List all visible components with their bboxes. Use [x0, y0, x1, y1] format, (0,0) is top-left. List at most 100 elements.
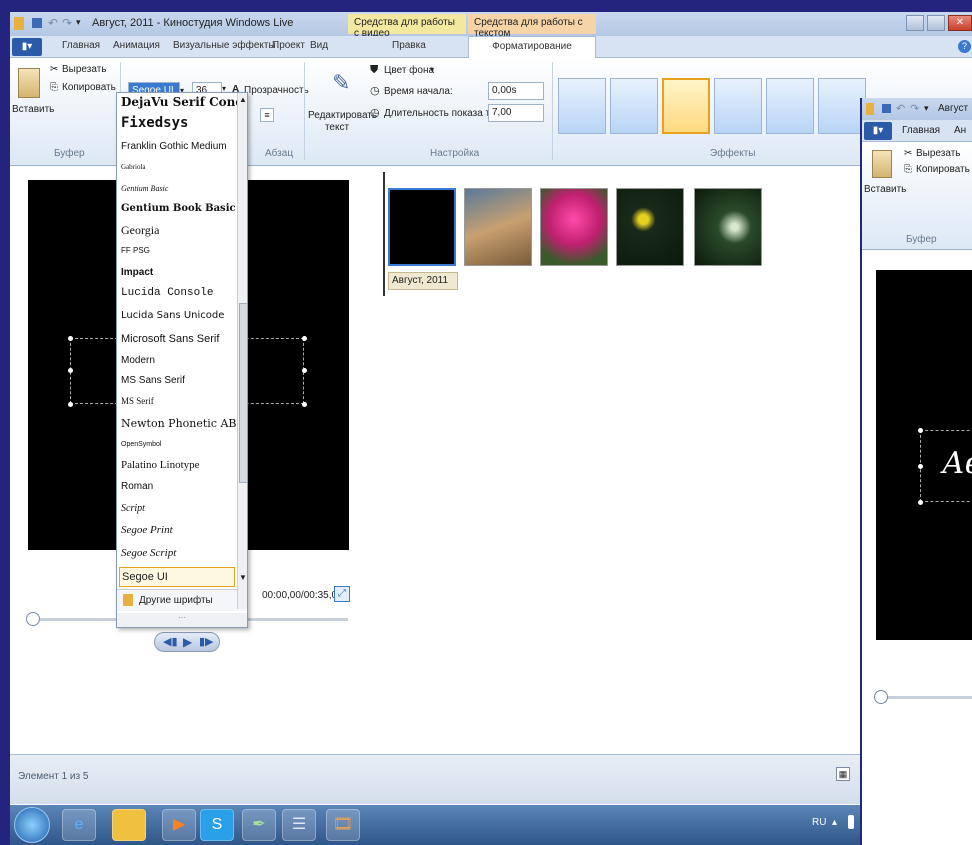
play-icon[interactable]: ▶	[183, 635, 192, 649]
more-fonts-link[interactable]: Другие шрифты	[139, 595, 213, 606]
storyboard-clip-photo[interactable]	[616, 188, 684, 266]
resize-handle[interactable]	[302, 368, 307, 373]
seek-slider-thumb[interactable]	[874, 690, 888, 704]
edit-text-icon[interactable]: ✎	[332, 70, 350, 96]
cut-icon[interactable]: ✂	[904, 148, 912, 159]
skype-icon[interactable]: S	[200, 809, 234, 841]
bg-color-dropdown-icon[interactable]: ▾	[430, 65, 434, 74]
app-icon-pen[interactable]: ✒	[242, 809, 276, 841]
effect-thumbnail[interactable]	[714, 78, 762, 134]
font-option[interactable]: Gabriola	[121, 163, 231, 171]
storyboard-clip-photo[interactable]	[540, 188, 608, 266]
transparency-button[interactable]: Прозрачность	[244, 85, 309, 96]
cut-button[interactable]: Вырезать	[916, 148, 960, 159]
tab-view[interactable]: Вид	[310, 40, 328, 51]
movie-maker-taskbar-icon[interactable]: 🎞	[326, 809, 360, 841]
redo-icon[interactable]: ↷	[910, 102, 919, 115]
second-window[interactable]: ↶ ↷ ▾ Август ▮▾ Главная Ан Вставить ✂ Вы…	[860, 98, 972, 845]
help-icon[interactable]: ?	[958, 40, 971, 53]
save-icon[interactable]	[32, 18, 42, 28]
language-indicator[interactable]: RU	[812, 817, 826, 828]
scrollbar-thumb[interactable]	[239, 303, 247, 483]
paste-button[interactable]: Вставить	[12, 104, 54, 115]
cut-button[interactable]: Вырезать	[62, 64, 106, 75]
close-button[interactable]: ✕	[948, 15, 972, 31]
font-option[interactable]: Gentium Basic	[121, 184, 231, 193]
edit-text-button[interactable]: Редактировать текст	[308, 110, 377, 134]
save-icon[interactable]	[882, 104, 891, 113]
font-option[interactable]: DejaVu Serif Condensed	[121, 95, 247, 109]
font-option-selected[interactable]: Segoe UI	[119, 567, 235, 587]
duration-combo[interactable]: 7,00	[488, 104, 544, 122]
text-caption-bar[interactable]: Август, 2011	[388, 272, 458, 290]
scroll-up-icon[interactable]: ▲	[239, 95, 247, 104]
explorer-folder-icon[interactable]	[112, 809, 146, 841]
tab-animation[interactable]: Ан	[954, 125, 966, 136]
font-list-scrollbar[interactable]: ▲ ▼	[237, 93, 247, 609]
effect-thumbnail[interactable]	[766, 78, 814, 134]
quick-access-dropdown-icon[interactable]: ▾	[924, 103, 929, 114]
redo-icon[interactable]: ↷	[62, 16, 72, 30]
next-frame-icon[interactable]: ▮▶	[199, 635, 214, 648]
copy-button[interactable]: Копировать	[916, 164, 970, 175]
tab-home[interactable]: Главная	[902, 125, 940, 136]
minimize-button[interactable]	[906, 15, 924, 31]
font-option[interactable]: OpenSymbol	[121, 441, 231, 448]
bg-color-button[interactable]: Цвет фона	[384, 65, 434, 76]
font-option[interactable]: Script	[121, 503, 231, 514]
quick-access-dropdown-icon[interactable]: ▾	[76, 17, 81, 28]
file-menu-button[interactable]: ▮▾	[12, 38, 42, 56]
seek-slider-thumb[interactable]	[26, 612, 40, 626]
copy-icon[interactable]: ⎘	[904, 164, 912, 175]
view-toggle-icon[interactable]: ▦	[836, 767, 850, 781]
media-player-icon[interactable]: ▶	[162, 809, 196, 841]
copy-icon[interactable]: ⎘	[50, 82, 58, 93]
effect-thumbnail[interactable]	[610, 78, 658, 134]
paste-icon[interactable]	[18, 68, 40, 98]
start-time-input[interactable]: 0,00s	[488, 82, 544, 100]
tab-animation[interactable]: Анимация	[113, 40, 160, 51]
cut-icon[interactable]: ✂	[50, 64, 58, 75]
prev-frame-icon[interactable]: ◀▮	[163, 635, 178, 648]
font-option[interactable]: Segoe Script	[121, 547, 231, 559]
tab-project[interactable]: Проект	[272, 40, 305, 51]
undo-icon[interactable]: ↶	[48, 16, 58, 30]
resize-handle[interactable]	[918, 464, 923, 469]
font-option[interactable]: Lucida Console	[121, 287, 231, 299]
effect-thumbnail[interactable]	[558, 78, 606, 134]
second-video-preview[interactable]: Ав	[876, 270, 972, 640]
more-fonts-row[interactable]: Другие шрифты	[117, 589, 247, 611]
start-button-icon[interactable]	[14, 807, 50, 843]
effect-thumbnail[interactable]	[818, 78, 866, 134]
font-option[interactable]: Microsoft Sans Serif	[121, 333, 231, 345]
playhead[interactable]	[383, 172, 385, 296]
resize-grip[interactable]: ⋯	[117, 613, 247, 627]
scroll-down-icon[interactable]: ▼	[239, 573, 247, 582]
resize-handle[interactable]	[68, 336, 73, 341]
font-option[interactable]: Roman	[121, 481, 231, 492]
font-option[interactable]: FF PSG	[121, 246, 231, 255]
font-option[interactable]: Modern	[121, 355, 231, 366]
storyboard-clip-photo[interactable]	[464, 188, 532, 266]
maximize-button[interactable]	[927, 15, 945, 31]
paste-button[interactable]: Вставить	[864, 184, 906, 195]
align-center-icon[interactable]: ≡	[260, 108, 274, 122]
tab-visual-effects[interactable]: Визуальные эффекты	[173, 40, 276, 51]
font-option[interactable]: Palatino Linotype	[121, 459, 231, 471]
tab-edit[interactable]: Правка	[392, 40, 426, 51]
storyboard-clip-title[interactable]	[388, 188, 456, 266]
resize-handle[interactable]	[918, 500, 923, 505]
resize-handle[interactable]	[302, 402, 307, 407]
copy-button[interactable]: Копировать	[62, 82, 116, 93]
font-option[interactable]: Newton Phonetic ABBYY	[121, 417, 247, 430]
file-menu-button[interactable]: ▮▾	[864, 122, 892, 140]
font-option[interactable]: MS Sans Serif	[121, 375, 231, 386]
effect-thumbnail-selected[interactable]	[662, 78, 710, 134]
font-option[interactable]: Segoe Print	[121, 524, 231, 536]
font-option[interactable]: Franklin Gothic Medium	[121, 141, 231, 152]
tab-home[interactable]: Главная	[62, 40, 100, 51]
resize-handle[interactable]	[918, 428, 923, 433]
tray-expand-icon[interactable]: ▴	[832, 817, 837, 828]
resize-handle[interactable]	[68, 402, 73, 407]
font-option[interactable]: Georgia	[121, 223, 231, 238]
